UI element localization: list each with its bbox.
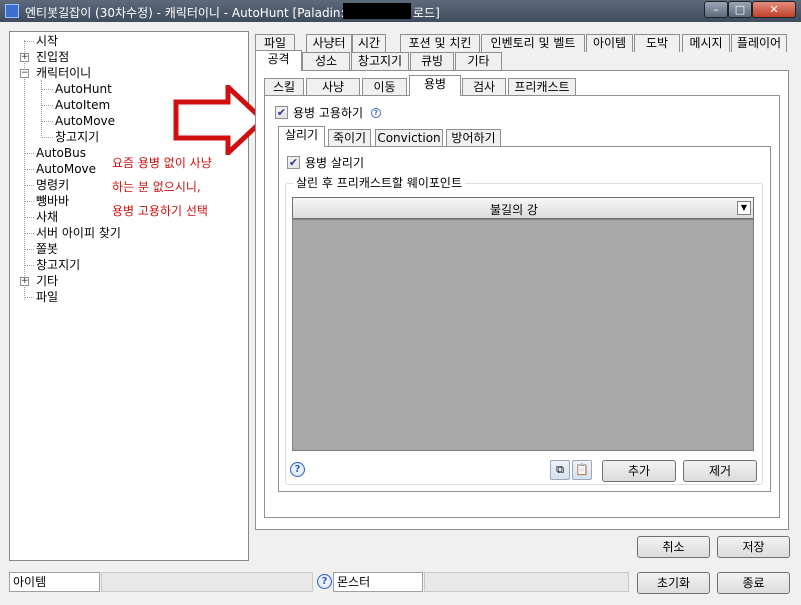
tab-attack[interactable]: 공격 bbox=[255, 50, 302, 71]
tab-precast[interactable]: 프리캐스트 bbox=[508, 78, 576, 96]
tree-connector bbox=[24, 153, 34, 154]
item-status-field bbox=[101, 572, 313, 592]
tab-time[interactable]: 시간 bbox=[352, 34, 386, 52]
mercenary-panel: ✔ 용병 고용하기 ? 살리기 죽이기 Conviction 방어하기 ✔ 용병… bbox=[264, 95, 780, 518]
tab-inventory-belt[interactable]: 인벤토리 및 벨트 bbox=[481, 34, 585, 52]
tree-item-file[interactable]: 파일 bbox=[34, 289, 60, 305]
tab-hunting-ground[interactable]: 사냥터 bbox=[306, 34, 352, 52]
minimize-button[interactable]: – bbox=[704, 1, 728, 18]
tree-connector bbox=[41, 105, 53, 106]
waypoint-list[interactable] bbox=[292, 219, 754, 451]
annotation-arrow-icon bbox=[173, 85, 267, 155]
tree-item-autoitem[interactable]: AutoItem bbox=[53, 97, 112, 113]
waypoint-select[interactable]: 불길의 강 ▼ bbox=[292, 197, 754, 219]
monster-status-field bbox=[424, 572, 629, 592]
waypoint-group-title: 살린 후 프리캐스트할 웨이포인트 bbox=[293, 174, 466, 191]
tab-revive[interactable]: 살리기 bbox=[278, 126, 325, 147]
tab-messages[interactable]: 메시지 bbox=[682, 34, 730, 52]
redacted-name bbox=[343, 3, 411, 19]
revive-merc-checkbox[interactable]: ✔ bbox=[287, 156, 300, 169]
tree-connector bbox=[24, 185, 34, 186]
tab-mercenary[interactable]: 용병 bbox=[409, 75, 461, 96]
tree-item-stash-keeper-2[interactable]: 창고지기 bbox=[34, 257, 82, 273]
tab-skills[interactable]: 스킬 bbox=[264, 78, 304, 96]
tree-connector bbox=[24, 233, 34, 234]
close-button[interactable]: ✕ bbox=[752, 1, 796, 18]
chevron-down-icon[interactable]: ▼ bbox=[737, 201, 751, 215]
tree-connector bbox=[24, 297, 34, 298]
tree-connector bbox=[24, 249, 34, 250]
expand-icon[interactable]: + bbox=[20, 53, 29, 62]
tab-inspect[interactable]: 검사 bbox=[462, 78, 506, 96]
title-bar: 엔티봇길잡이 (30차수정) - 캐릭터이니 - AutoHunt [Palad… bbox=[0, 0, 801, 22]
revive-panel: ✔ 용병 살리기 살린 후 프리캐스트할 웨이포인트 불길의 강 ▼ ? ⧉ 📋… bbox=[278, 146, 771, 492]
tree-connector bbox=[24, 40, 25, 300]
tree-item-character[interactable]: 캐릭터이니 bbox=[34, 65, 93, 81]
tree-connector bbox=[24, 217, 34, 218]
tree-item-entry-point[interactable]: 진입점 bbox=[34, 49, 71, 65]
paste-icon[interactable]: 📋 bbox=[572, 460, 592, 480]
tree-item-stash-keeper[interactable]: 창고지기 bbox=[53, 129, 101, 145]
tab-misc[interactable]: 기타 bbox=[455, 52, 502, 70]
reset-button[interactable]: 초기화 bbox=[637, 572, 710, 594]
annotation-line-1: 요즘 용병 없이 사냥 bbox=[112, 156, 212, 170]
tab-kill[interactable]: 죽이기 bbox=[328, 129, 371, 147]
hire-merc-label: 용병 고용하기 bbox=[293, 106, 364, 120]
tree-item-automove[interactable]: AutoMove bbox=[53, 113, 117, 129]
remove-button[interactable]: 제거 bbox=[683, 460, 757, 482]
save-button[interactable]: 저장 bbox=[717, 536, 790, 558]
tree-item-autobus[interactable]: AutoBus bbox=[34, 145, 88, 161]
tree-item-baal-run[interactable]: 뺑바바 bbox=[34, 193, 71, 209]
revive-merc-label: 용병 살리기 bbox=[305, 156, 365, 170]
tree-item-server-ip[interactable]: 서버 아이피 찾기 bbox=[34, 225, 123, 241]
tab-players[interactable]: 플레이어 bbox=[731, 34, 787, 52]
waypoint-select-value: 불길의 강 bbox=[490, 203, 538, 217]
tree-item-misc[interactable]: 기타 bbox=[34, 273, 60, 289]
tab-gamble[interactable]: 도박 bbox=[634, 34, 680, 52]
tab-shrine[interactable]: 성소 bbox=[302, 52, 350, 70]
maximize-button[interactable]: □ bbox=[728, 1, 752, 18]
tab-hunt[interactable]: 사냥 bbox=[306, 78, 360, 96]
tree-connector bbox=[24, 265, 34, 266]
tab-conviction[interactable]: Conviction bbox=[375, 129, 443, 147]
tree-item-loan[interactable]: 사채 bbox=[34, 209, 60, 225]
copy-icon[interactable]: ⧉ bbox=[550, 460, 570, 480]
annotation-line-3: 용병 고용하기 선택 bbox=[112, 204, 208, 218]
tree-connector bbox=[24, 41, 34, 42]
help-icon[interactable]: ? bbox=[371, 108, 381, 118]
tab-items[interactable]: 아이템 bbox=[586, 34, 633, 52]
item-status-label: 아이템 bbox=[9, 572, 100, 592]
tree-item-hotkeys[interactable]: 명령키 bbox=[34, 177, 71, 193]
exit-button[interactable]: 종료 bbox=[717, 572, 790, 594]
cancel-button[interactable]: 취소 bbox=[637, 536, 710, 558]
tree-item-autohunt[interactable]: AutoHunt bbox=[53, 81, 114, 97]
tab-movement[interactable]: 이동 bbox=[362, 78, 407, 96]
window-title: 엔티봇길잡이 (30차수정) - 캐릭터이니 - AutoHunt [Palad… bbox=[25, 6, 345, 20]
add-button[interactable]: 추가 bbox=[602, 460, 676, 482]
annotation-line-2: 하는 분 없으시니, bbox=[112, 180, 201, 194]
tab-defend[interactable]: 방어하기 bbox=[446, 129, 501, 147]
tree-item-follower-bot[interactable]: 쫄봇 bbox=[34, 241, 60, 257]
monster-status-label: 몬스터 bbox=[333, 572, 423, 592]
tree-connector bbox=[24, 169, 34, 170]
help-icon[interactable]: ? bbox=[290, 462, 305, 477]
tab-potion-chicken[interactable]: 포션 및 치킨 bbox=[400, 34, 480, 52]
hire-merc-checkbox[interactable]: ✔ bbox=[275, 106, 288, 119]
tree-connector bbox=[41, 121, 53, 122]
tab-cubing[interactable]: 큐빙 bbox=[410, 52, 454, 70]
help-icon[interactable]: ? bbox=[317, 574, 332, 589]
tree-connector bbox=[24, 201, 34, 202]
collapse-icon[interactable]: − bbox=[20, 69, 29, 78]
expand-icon[interactable]: + bbox=[20, 277, 29, 286]
app-icon bbox=[5, 4, 19, 18]
tab-stash-keeper[interactable]: 창고지기 bbox=[351, 52, 409, 70]
tree-item-start[interactable]: 시작 bbox=[34, 33, 60, 49]
tree-connector bbox=[41, 89, 53, 90]
window-title-suffix: 로드] bbox=[413, 6, 440, 20]
tree-connector bbox=[41, 137, 53, 138]
tree-item-automove-2[interactable]: AutoMove bbox=[34, 161, 98, 177]
